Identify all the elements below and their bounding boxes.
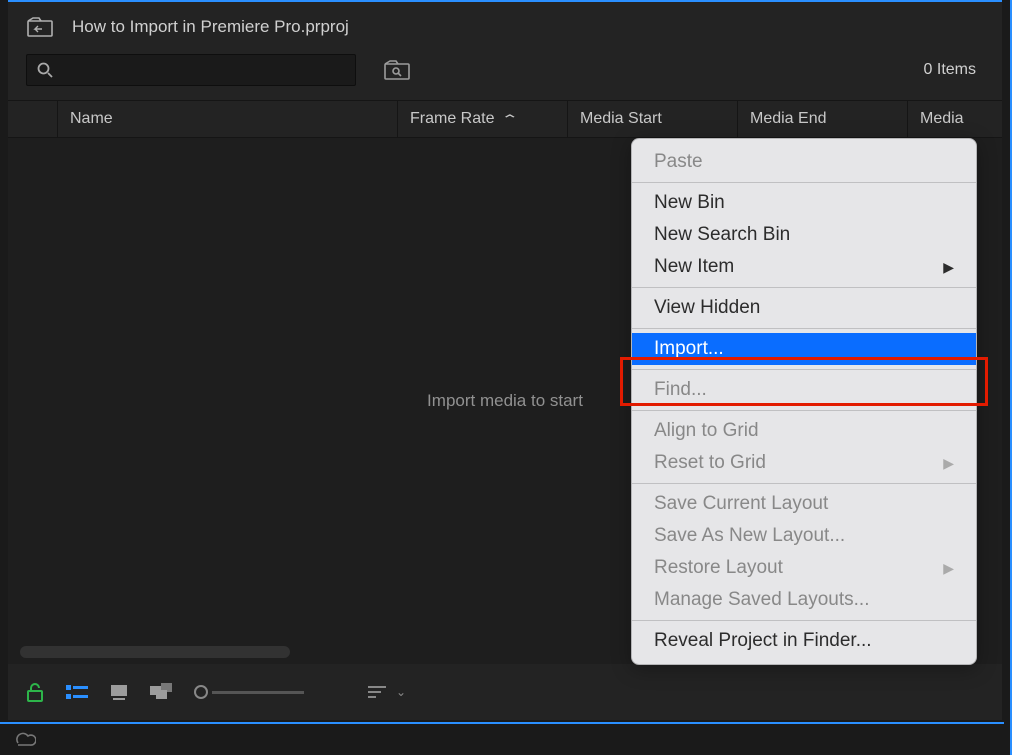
search-row: 0 Items [8, 48, 1002, 100]
ctx-reveal-finder[interactable]: Reveal Project in Finder... [632, 625, 976, 664]
empty-placeholder: Import media to start [427, 391, 583, 411]
ctx-view-hidden[interactable]: View Hidden [632, 292, 976, 324]
chevron-down-icon: ⌄ [396, 685, 406, 699]
column-media-end[interactable]: Media End [738, 101, 908, 137]
zoom-slider[interactable] [194, 685, 304, 699]
ctx-save-as-layout: Save As New Layout... [632, 520, 976, 552]
context-menu: Paste New Bin New Search Bin New Item▶ V… [631, 138, 977, 665]
project-title: How to Import in Premiere Pro.prproj [72, 17, 349, 37]
ctx-new-item[interactable]: New Item▶ [632, 251, 976, 283]
separator [632, 328, 976, 329]
ctx-new-bin[interactable]: New Bin [632, 187, 976, 219]
list-view-icon[interactable] [66, 684, 88, 700]
zoom-track[interactable] [212, 691, 304, 694]
submenu-arrow-icon: ▶ [943, 455, 954, 472]
column-frame-rate-label: Frame Rate [410, 110, 494, 128]
icon-view-icon[interactable] [110, 684, 128, 700]
column-blank[interactable] [8, 101, 58, 137]
ctx-reset-grid: Reset to Grid▶ [632, 447, 976, 479]
search-input[interactable] [26, 54, 356, 86]
separator [632, 287, 976, 288]
ctx-manage-layouts: Manage Saved Layouts... [632, 584, 976, 616]
new-bin-search-icon[interactable] [384, 60, 410, 80]
separator [632, 620, 976, 621]
ctx-new-search-bin[interactable]: New Search Bin [632, 219, 976, 251]
column-frame-rate[interactable]: Frame Rate ⌃ [398, 101, 568, 137]
column-media[interactable]: Media [908, 101, 1002, 137]
ctx-find: Find... [632, 374, 976, 406]
ctx-paste: Paste [632, 139, 976, 178]
ctx-import[interactable]: Import... [632, 333, 976, 365]
panel-header: How to Import in Premiere Pro.prproj [8, 2, 1002, 48]
bin-return-icon[interactable] [26, 16, 54, 38]
separator [632, 182, 976, 183]
ctx-align-grid: Align to Grid [632, 415, 976, 447]
items-count: 0 Items [924, 61, 976, 79]
sort-ascending-icon: ⌃ [501, 111, 520, 126]
separator [632, 369, 976, 370]
creative-cloud-icon[interactable] [10, 728, 36, 751]
search-icon [37, 62, 53, 78]
freeform-view-icon[interactable] [150, 683, 172, 701]
submenu-arrow-icon: ▶ [943, 259, 954, 276]
column-headers: Name Frame Rate ⌃ Media Start Media End … [8, 100, 1002, 138]
column-name[interactable]: Name [58, 101, 398, 137]
ctx-restore-layout: Restore Layout▶ [632, 552, 976, 584]
zoom-knob-icon[interactable] [194, 685, 208, 699]
panel-footer: ⌄ [8, 664, 1002, 720]
ctx-save-layout: Save Current Layout [632, 488, 976, 520]
submenu-arrow-icon: ▶ [943, 560, 954, 577]
separator [632, 483, 976, 484]
horizontal-scrollbar[interactable] [20, 646, 290, 658]
app-footer [0, 722, 1004, 755]
unlock-icon[interactable] [26, 682, 44, 702]
sort-menu-button[interactable]: ⌄ [368, 685, 406, 699]
column-media-start[interactable]: Media Start [568, 101, 738, 137]
separator [632, 410, 976, 411]
